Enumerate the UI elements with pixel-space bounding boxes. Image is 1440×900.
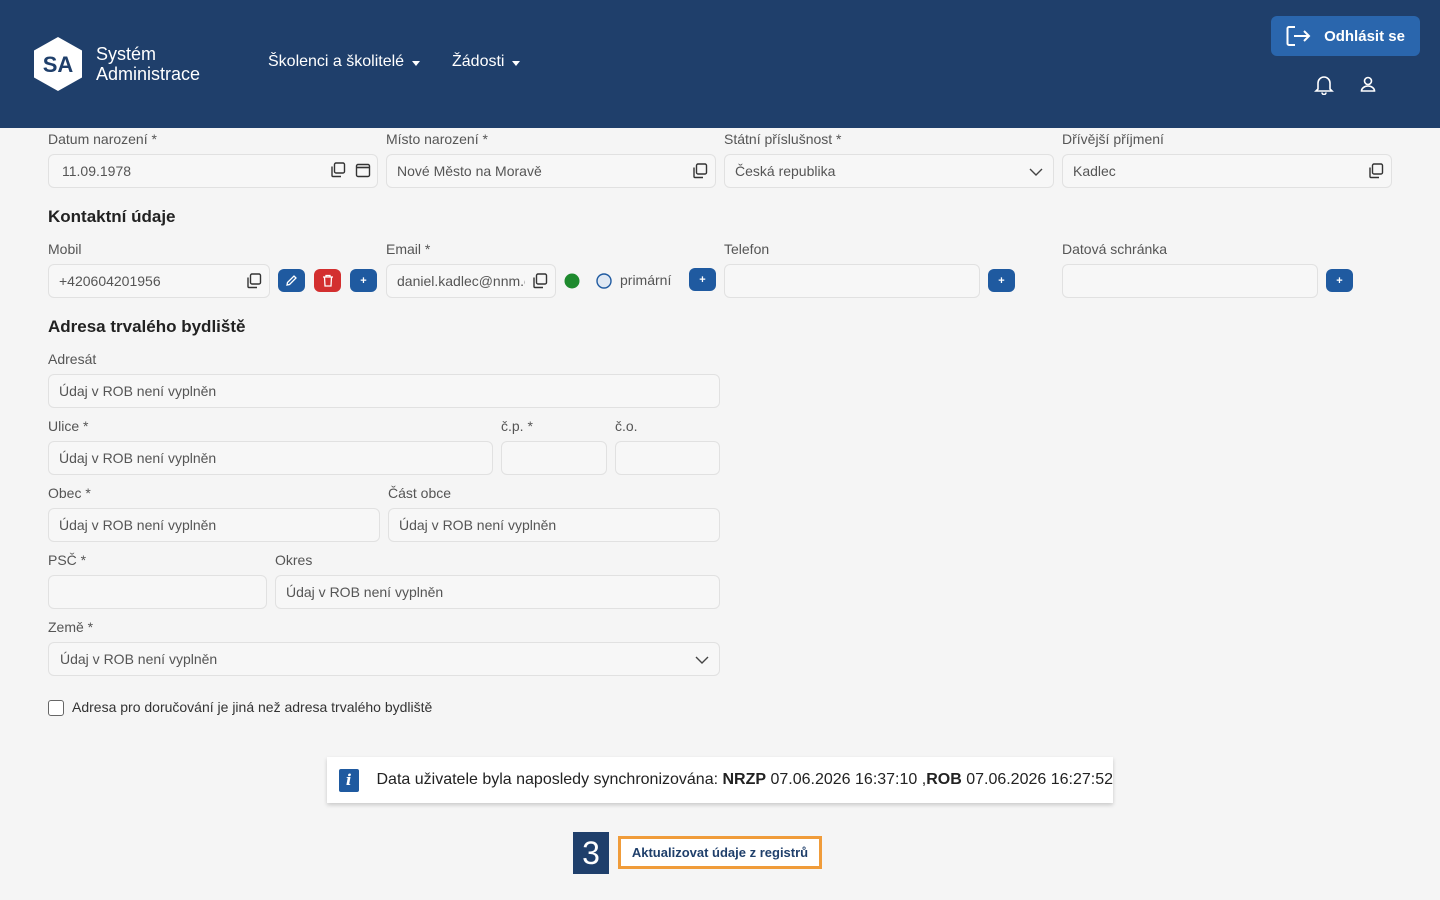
copy-icon[interactable]: [1368, 163, 1384, 179]
delete-mobile-button[interactable]: [314, 269, 341, 292]
mobile-label: Mobil: [48, 241, 82, 257]
sync-nrzp-label: NRZP: [722, 771, 767, 788]
birth-date-value: 11.09.1978: [62, 163, 132, 179]
bell-icon[interactable]: [1313, 73, 1335, 95]
district-field[interactable]: Údaj v ROB není vyplněn: [275, 575, 720, 609]
plus-icon: +: [360, 274, 367, 287]
pencil-icon: [286, 275, 297, 286]
birth-date-field[interactable]: 11.09.1978: [48, 154, 378, 188]
former-surname-label: Dřívější příjmení: [1062, 131, 1164, 147]
country-value: Údaj v ROB není vyplněn: [60, 651, 218, 667]
phone-field[interactable]: [724, 264, 980, 298]
chevron-down-icon: [695, 656, 709, 664]
copy-icon[interactable]: [692, 163, 708, 179]
birth-place-label: Místo narození *: [386, 131, 488, 147]
phone-label: Telefon: [724, 241, 770, 257]
svg-text:SA: SA: [43, 52, 74, 77]
cp-label: č.p. *: [501, 418, 533, 434]
former-surname-field[interactable]: Kadlec: [1062, 154, 1392, 188]
verified-status-dot-icon: [564, 273, 580, 289]
add-data-box-button[interactable]: +: [1326, 269, 1353, 292]
mobile-field[interactable]: +420604201956: [48, 264, 270, 298]
city-part-field[interactable]: Údaj v ROB není vyplněn: [388, 508, 720, 542]
nav-trainees-label: Školenci a školitelé: [268, 53, 405, 70]
district-value: Údaj v ROB není vyplněn: [286, 584, 444, 600]
citizenship-label: Státní příslušnost *: [724, 131, 842, 147]
sync-rob-label: ROB: [926, 771, 962, 788]
chevron-down-icon: [512, 60, 521, 66]
recipient-label: Adresát: [48, 351, 97, 367]
update-from-registries-button[interactable]: Aktualizovat údaje z registrů: [618, 836, 822, 869]
sync-rob-time: 07.06.2026 16:27:52: [961, 771, 1113, 788]
contact-section-title: Kontaktní údaje: [48, 207, 176, 226]
nav-requests-label: Žádosti: [452, 53, 505, 70]
chevron-down-icon: [1029, 168, 1043, 176]
sync-info-banner: i Data uživatele byla naposledy synchron…: [327, 757, 1113, 803]
data-box-label: Datová schránka: [1062, 241, 1168, 257]
cp-field[interactable]: [501, 441, 607, 475]
copy-icon[interactable]: [532, 273, 548, 289]
nav-trainees-menu[interactable]: Školenci a školitelé: [268, 53, 421, 71]
nav-requests-menu[interactable]: Žádosti: [452, 53, 521, 71]
recipient-value: Údaj v ROB není vyplněn: [59, 383, 217, 399]
zip-label: PSČ *: [48, 552, 87, 568]
different-delivery-label: Adresa pro doručování je jiná než adresa…: [72, 699, 433, 715]
district-label: Okres: [275, 552, 313, 568]
trash-icon: [322, 274, 333, 287]
country-label: Země *: [48, 619, 94, 635]
add-mobile-button[interactable]: +: [350, 269, 377, 292]
logout-icon: [1286, 26, 1311, 46]
street-label: Ulice *: [48, 418, 89, 434]
plus-icon: +: [1336, 274, 1343, 287]
calendar-icon[interactable]: [355, 162, 371, 178]
email-field[interactable]: daniel.kadlec@nnm.c: [386, 264, 556, 298]
co-label: č.o.: [615, 418, 638, 434]
add-phone-button[interactable]: +: [988, 269, 1015, 292]
different-delivery-checkbox[interactable]: [48, 700, 64, 716]
logo-icon[interactable]: SA: [34, 37, 82, 91]
logout-button[interactable]: Odhlásit se: [1271, 16, 1420, 56]
add-email-button[interactable]: +: [689, 268, 716, 291]
city-part-label: Část obce: [388, 485, 452, 501]
step-number-badge: 3: [573, 832, 609, 874]
sync-nrzp-time: 07.06.2026 16:37:10 ,: [766, 771, 927, 788]
mobile-value: +420604201956: [59, 273, 161, 289]
edit-mobile-button[interactable]: [278, 269, 305, 292]
recipient-field[interactable]: Údaj v ROB není vyplněn: [48, 374, 720, 408]
info-icon: i: [339, 768, 359, 792]
primary-radio[interactable]: [596, 273, 612, 289]
address-section-title: Adresa trvalého bydliště: [48, 317, 246, 336]
city-part-value: Údaj v ROB není vyplněn: [399, 517, 557, 533]
chevron-down-icon: [412, 60, 421, 66]
data-box-field[interactable]: [1062, 264, 1318, 298]
former-surname-value: Kadlec: [1073, 163, 1116, 179]
birth-place-value: Nové Město na Moravě: [397, 163, 542, 179]
plus-icon: +: [699, 273, 706, 286]
street-field[interactable]: Údaj v ROB není vyplněn: [48, 441, 493, 475]
sync-prefix: Data uživatele byla naposledy synchroniz…: [376, 771, 723, 788]
street-value: Údaj v ROB není vyplněn: [59, 450, 217, 466]
birth-date-label: Datum narození *: [48, 131, 157, 147]
city-value: Údaj v ROB není vyplněn: [59, 517, 217, 533]
app-name-line2: Administrace: [96, 64, 201, 84]
plus-icon: +: [998, 274, 1005, 287]
city-field[interactable]: Údaj v ROB není vyplněn: [48, 508, 380, 542]
copy-icon[interactable]: [330, 162, 346, 178]
co-field[interactable]: [615, 441, 720, 475]
copy-icon[interactable]: [246, 273, 262, 289]
city-label: Obec *: [48, 485, 91, 501]
country-select[interactable]: Údaj v ROB není vyplněn: [48, 642, 720, 676]
app-name: Systém Administrace: [96, 44, 200, 84]
user-icon[interactable]: [1357, 73, 1379, 95]
citizenship-value: Česká republika: [735, 163, 836, 179]
email-value: daniel.kadlec@nnm.c: [397, 273, 525, 289]
app-header: SA Systém Administrace Školenci a školit…: [0, 0, 1440, 128]
birth-place-field[interactable]: Nové Město na Moravě: [386, 154, 716, 188]
email-label: Email *: [386, 241, 431, 257]
primary-label: primární: [620, 272, 672, 288]
logout-label: Odhlásit se: [1324, 27, 1405, 45]
zip-field[interactable]: [48, 575, 267, 609]
app-name-line1: Systém: [96, 44, 157, 64]
citizenship-select[interactable]: Česká republika: [724, 154, 1054, 188]
